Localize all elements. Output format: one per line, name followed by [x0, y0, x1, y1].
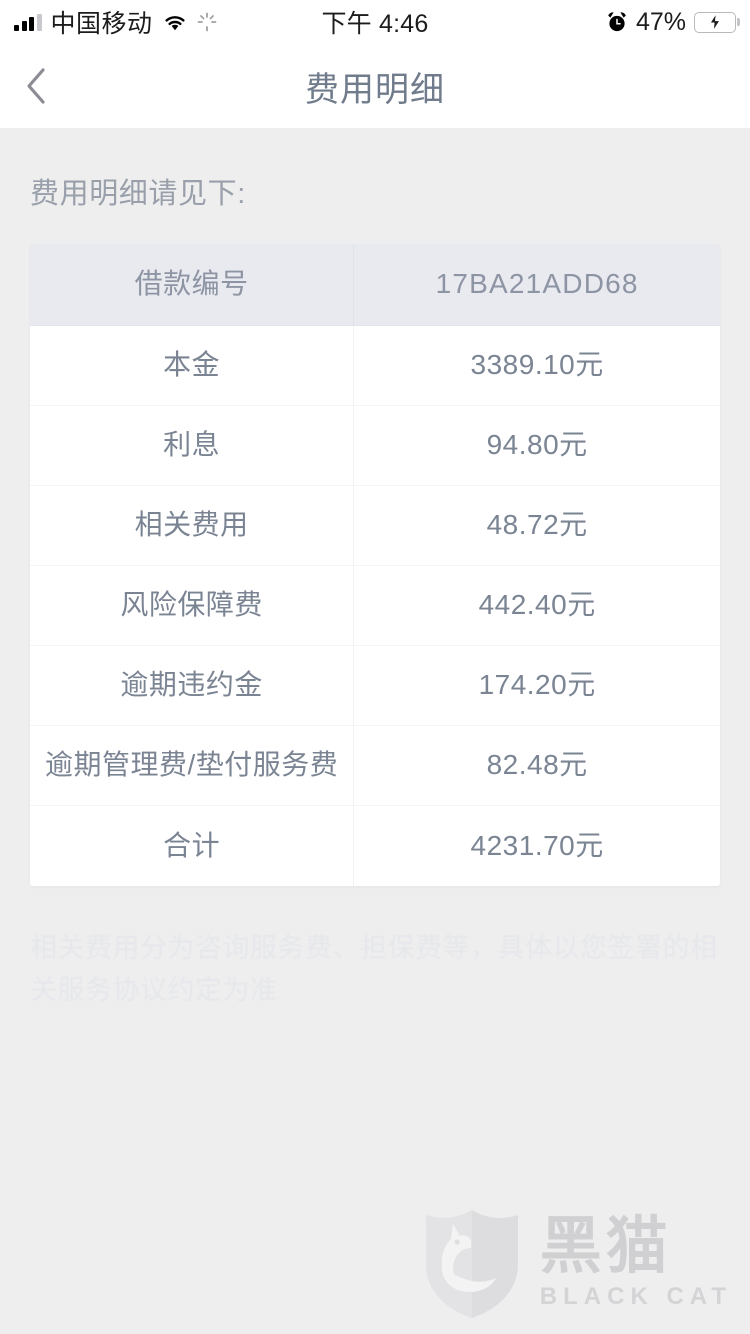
table-cell-label: 相关费用 [30, 486, 355, 565]
table-row: 利息 94.80元 [30, 406, 720, 486]
table-cell-label: 利息 [30, 406, 355, 485]
status-bar-left: 中国移动 [14, 4, 217, 40]
section-subtitle: 费用明细请见下: [30, 178, 246, 210]
battery-percent-label: 47% [635, 7, 686, 36]
table-row: 合计 4231.70元 [30, 806, 720, 886]
activity-spinner-icon [197, 12, 217, 32]
fee-detail-table: 借款编号 17BA21ADD68 本金 3389.10元利息 94.80元相关费用 4… [30, 244, 720, 886]
battery-charging-icon [694, 11, 736, 33]
table-row: 逾期违约金 174.20元 [30, 646, 720, 726]
table-row: 本金 3389.10元 [30, 326, 720, 406]
watermark-en-label: BLACK CAT [539, 1282, 732, 1310]
table-row: 相关费用 48.72元 [30, 486, 720, 566]
page-content: 费用明细请见下: 借款编号 17BA21ADD68 本金 3389.10元利息 94… [0, 128, 750, 1334]
table-cell-value: 442.40元 [478, 589, 596, 621]
wifi-icon [162, 13, 188, 32]
watermark-cn-label: 黑猫 [539, 1209, 672, 1283]
back-button[interactable] [0, 44, 74, 128]
table-cell-value: 3389.10元 [470, 349, 604, 381]
table-row: 逾期管理费/垫付服务费 82.48元 [30, 726, 720, 806]
table-cell-label: 风险保障费 [30, 566, 355, 645]
navigation-bar: 费用明细 [0, 44, 750, 128]
table-header-row: 借款编号 17BA21ADD68 [30, 244, 720, 326]
table-cell-value: 82.48元 [486, 749, 588, 781]
table-header-label: 借款编号 [30, 244, 355, 325]
table-cell-label: 逾期管理费/垫付服务费 [30, 726, 355, 805]
page-title: 费用明细 [305, 70, 445, 109]
table-body: 本金 3389.10元利息 94.80元相关费用 48.72元风险保障费 442.40元… [30, 326, 720, 886]
cat-shield-logo-icon [420, 1206, 524, 1322]
table-cell-value: 94.80元 [486, 429, 588, 461]
table-cell-label: 本金 [30, 326, 355, 405]
blackcat-watermark: 黑猫 BLACK CAT [420, 1206, 732, 1322]
watermark-text: 黑猫 BLACK CAT [539, 1209, 732, 1311]
signal-bars-icon [14, 13, 42, 31]
chevron-left-icon [24, 64, 50, 108]
table-cell-value: 4231.70元 [470, 829, 604, 861]
table-cell-label: 逾期违约金 [30, 646, 355, 725]
table-cell-value: 174.20元 [478, 669, 596, 701]
status-bar-right: 47% [606, 8, 736, 37]
carrier-label: 中国移动 [50, 10, 153, 38]
status-bar: 中国移动 下午 4:46 47% [0, 0, 750, 44]
footnote-text: 相关费用分为咨询服务费、担保费等，具体以您签署的相关服务协议约定为准 [30, 933, 718, 1005]
table-cell-label: 合计 [30, 806, 355, 886]
alarm-clock-icon [606, 11, 628, 33]
table-header-value: 17BA21ADD68 [435, 268, 639, 300]
table-cell-value: 48.72元 [486, 509, 588, 541]
table-row: 风险保障费 442.40元 [30, 566, 720, 646]
